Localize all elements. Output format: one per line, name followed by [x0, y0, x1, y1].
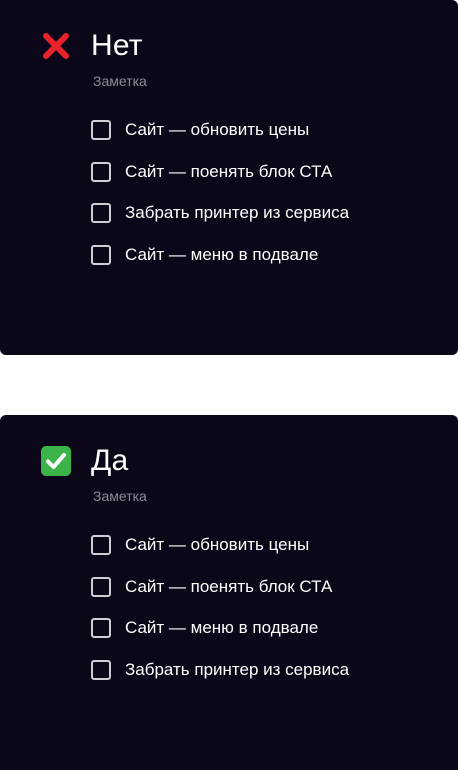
- task-item: Сайт — поенять блок СТА: [91, 575, 349, 599]
- note-header: Да: [40, 444, 128, 478]
- task-label: Сайт — поенять блок СТА: [125, 161, 333, 181]
- cross-mark-icon: [40, 30, 72, 62]
- task-item: Забрать принтер из сервиса: [91, 658, 349, 682]
- task-checkbox[interactable]: [91, 203, 111, 223]
- task-checkbox[interactable]: [91, 618, 111, 638]
- task-item: Сайт — поенять блок СТА: [91, 160, 349, 184]
- task-checkbox[interactable]: [91, 120, 111, 140]
- note-title: Нет: [91, 29, 143, 62]
- task-label: Сайт — меню в подвале: [125, 244, 319, 264]
- task-label: Сайт — поенять блок СТА: [125, 576, 333, 596]
- task-item: Сайт — меню в подвале: [91, 616, 349, 640]
- task-label: Сайт — обновить цены: [125, 535, 310, 554]
- note-title: Да: [91, 444, 129, 477]
- task-checkbox[interactable]: [91, 576, 111, 597]
- task-label: Сайт — меню в подвале: [125, 618, 319, 637]
- task-checkbox[interactable]: [91, 244, 111, 265]
- task-item: Сайт — обновить цены: [91, 533, 349, 557]
- task-item: Забрать принтер из сервиса: [91, 201, 349, 225]
- task-list: Сайт — обновить цены Сайт — поенять блок…: [91, 533, 349, 699]
- task-label: Забрать принтер из сервиса: [125, 203, 350, 222]
- note-subtitle: Заметка: [93, 488, 147, 504]
- note-subtitle: Заметка: [93, 73, 147, 89]
- task-checkbox[interactable]: [91, 659, 111, 680]
- task-checkbox[interactable]: [91, 535, 111, 555]
- note-card-yes: Да Заметка Сайт — обновить цены Сайт — п…: [0, 415, 458, 770]
- task-item: Сайт — обновить цены: [91, 118, 349, 142]
- note-header: Нет: [40, 29, 143, 63]
- task-checkbox[interactable]: [91, 161, 111, 182]
- note-card-no: Нет Заметка Сайт — обновить цены Сайт — …: [0, 0, 458, 355]
- task-label: Сайт — обновить цены: [125, 120, 310, 139]
- task-label: Забрать принтер из сервиса: [125, 659, 350, 679]
- task-item: Сайт — меню в подвале: [91, 243, 349, 267]
- task-list: Сайт — обновить цены Сайт — поенять блок…: [91, 118, 349, 284]
- check-mark-button-icon: [40, 445, 72, 477]
